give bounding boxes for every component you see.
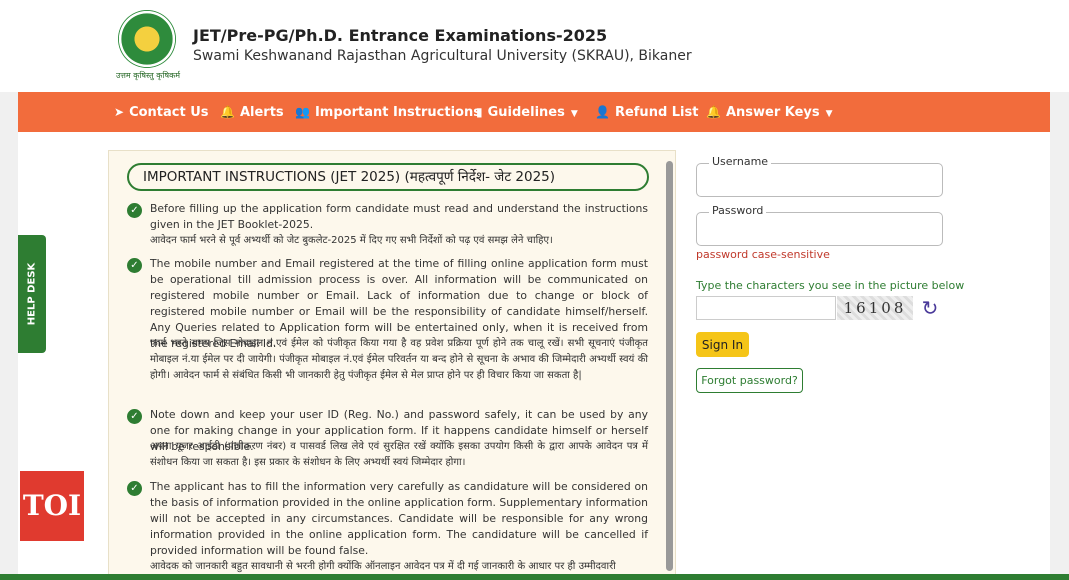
check-circle-icon: ✓ <box>127 258 142 273</box>
bell-icon: 🔔 <box>220 105 235 119</box>
username-field[interactable]: Username <box>696 155 943 197</box>
instruction-text-en: Before filling up the application form c… <box>150 202 648 231</box>
login-panel: Username Password password case-sensitiv… <box>682 150 965 580</box>
nav-important-instructions[interactable]: 👥 Important Instructions <box>295 92 481 132</box>
instruction-text-en: The applicant has to fill the informatio… <box>150 480 648 557</box>
logo-motto: उत्तम कृषिस्तु कृषिकर्म <box>115 71 181 80</box>
password-note: password case-sensitive <box>696 248 830 261</box>
nav-label: Alerts <box>239 105 284 120</box>
password-label: Password <box>709 204 767 217</box>
password-field[interactable]: Password <box>696 204 943 246</box>
nav-label: Answer Keys <box>725 105 820 120</box>
instructions-scrollbar[interactable] <box>666 161 673 571</box>
nav-label: Important Instructions <box>314 105 481 120</box>
instruction-text-hi: आवेदक को जानकारी बहुत सावधानी से भरनी हो… <box>150 561 616 572</box>
captcha-input[interactable] <box>696 296 836 320</box>
nav-contact-us[interactable]: ➤ Contact Us <box>114 92 209 132</box>
sign-in-button[interactable]: Sign In <box>696 332 749 357</box>
main-navbar: ➤ Contact Us 🔔 Alerts 👥 Important Instructi… <box>18 92 1050 132</box>
header: उत्तम कृषिस्तु कृषिकर्म JET/Pre-PG/Ph.D.… <box>0 0 1069 92</box>
nav-label: Guidelines <box>487 105 565 120</box>
instructions-panel[interactable]: IMPORTANT INSTRUCTIONS (JET 2025) (महत्व… <box>108 150 676 580</box>
paper-plane-icon: ➤ <box>114 105 125 119</box>
users-icon: 👥 <box>295 105 310 119</box>
bar-chart-icon: ▮ <box>476 105 483 119</box>
captcha-image: 16108 <box>837 296 913 320</box>
captcha-label: Type the characters you see in the pictu… <box>696 279 965 292</box>
chevron-down-icon: ▼ <box>570 109 578 119</box>
instruction-text-hi: अपना यूजर आईडी (पंजीकरण नंबर) व पासवर्ड … <box>150 441 648 468</box>
footer-bar <box>0 574 1069 580</box>
nav-guidelines[interactable]: ▮ Guidelines ▼ <box>476 92 578 132</box>
forgot-password-button[interactable]: Forgot password? <box>696 368 803 393</box>
toi-logo: TOI <box>20 471 84 541</box>
nav-answer-keys[interactable]: 🔔 Answer Keys ▼ <box>706 92 833 132</box>
nav-alerts[interactable]: 🔔 Alerts <box>220 92 284 132</box>
instruction-text-hi: फार्म भरते समय जिस मोबाइल नं.एवं ईमेल को… <box>150 338 648 381</box>
page-title: JET/Pre-PG/Ph.D. Entrance Examinations-2… <box>193 26 608 45</box>
username-label: Username <box>709 155 772 168</box>
university-emblem-icon <box>118 10 176 68</box>
check-circle-icon: ✓ <box>127 409 142 424</box>
bell-icon: 🔔 <box>706 105 721 119</box>
check-circle-icon: ✓ <box>127 481 142 496</box>
nav-refund-list[interactable]: 👤 Refund List <box>595 92 698 132</box>
nav-label: Refund List <box>614 105 699 120</box>
check-circle-icon: ✓ <box>127 203 142 218</box>
instructions-title: IMPORTANT INSTRUCTIONS (JET 2025) (महत्व… <box>127 163 649 191</box>
university-logo: उत्तम कृषिस्तु कृषिकर्म <box>112 10 184 82</box>
help-desk-label: HELP DESK <box>26 262 38 326</box>
instruction-text-hi: आवेदन फार्म भरने से पूर्व अभ्यर्थी को जे… <box>150 235 553 246</box>
nav-label: Contact Us <box>129 105 209 120</box>
page-subtitle: Swami Keshwanand Rajasthan Agricultural … <box>193 48 692 64</box>
chevron-down-icon: ▼ <box>825 109 833 119</box>
user-icon: 👤 <box>595 105 610 119</box>
refresh-icon[interactable]: ↻ <box>918 296 942 320</box>
help-desk-tab[interactable]: HELP DESK <box>18 235 46 353</box>
